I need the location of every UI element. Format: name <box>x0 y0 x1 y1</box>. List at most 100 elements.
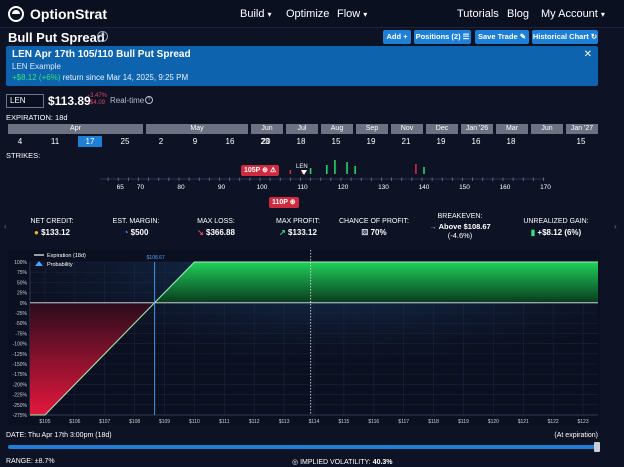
expiry-date[interactable]: 25 <box>113 137 137 146</box>
close-icon[interactable]: ✕ <box>584 49 592 60</box>
stat-value: ● $133.12 <box>12 228 92 237</box>
expiry-date[interactable]: 15 <box>324 137 348 146</box>
x-tick-label: $120 <box>488 419 499 425</box>
chevron-down-icon: ▾ <box>363 10 368 19</box>
expiry-date[interactable]: 21 <box>394 137 418 146</box>
page-title: Bull Put Spread <box>8 30 105 45</box>
stat-value-text: +$8.12 (6%) <box>537 228 582 237</box>
historical-chart-button[interactable]: Historical Chart ↻ <box>532 30 598 44</box>
x-tick-label: $107 <box>99 419 110 425</box>
nav-flow[interactable]: Flow ▾ <box>337 8 367 20</box>
volume-bar <box>326 165 328 174</box>
nav-my-account[interactable]: My Account ▾ <box>541 8 605 20</box>
expiry-date[interactable]: 18 <box>499 137 523 146</box>
expiry-date[interactable]: 11 <box>43 137 67 146</box>
help-icon[interactable]: ? <box>97 31 108 42</box>
expiry-date[interactable]: 2 <box>149 137 173 146</box>
chevron-left-icon[interactable]: ‹ <box>4 222 7 231</box>
logo-icon[interactable] <box>8 6 24 22</box>
strike-ladder[interactable]: 65 70 80 90 100 110 120 130 140 150 160 170 LEN <box>0 160 624 210</box>
pie-icon: ◔ <box>123 228 131 237</box>
strike-number[interactable]: 120 <box>338 184 349 191</box>
date-slider[interactable] <box>8 445 600 449</box>
strike-number[interactable]: 90 <box>218 184 226 191</box>
y-tick-label: -100% <box>13 342 28 348</box>
stat-value-text: Above $108.67 <box>438 222 491 231</box>
month-tab[interactable]: Jan '27 <box>566 124 598 134</box>
month-tab[interactable]: May <box>146 124 248 134</box>
x-tick-label: $115 <box>339 419 350 425</box>
x-tick-label: $117 <box>398 419 409 425</box>
stat-value: ⚄ 70% <box>334 228 414 237</box>
nav-optimize[interactable]: Optimize <box>286 8 329 20</box>
expiry-date[interactable]: 16 <box>464 137 488 146</box>
nav-build[interactable]: Build ▾ <box>240 8 271 20</box>
nav-tutorials[interactable]: Tutorials <box>457 8 499 20</box>
stat-value: ↘ $366.88 <box>176 228 256 237</box>
month-tab[interactable]: Apr <box>8 124 143 134</box>
stat-value: ▮ +$8.12 (6%) <box>512 228 600 237</box>
expiry-date[interactable]: 15 <box>569 137 593 146</box>
x-tick-label: $110 <box>189 419 200 425</box>
expiry-date[interactable]: 9 <box>183 137 207 146</box>
strike-number[interactable]: 130 <box>378 184 389 191</box>
chevron-right-icon[interactable]: › <box>614 222 617 231</box>
logo[interactable]: OptionStrat <box>30 6 107 22</box>
banner-title: LEN Apr 17th 105/110 Bull Put Spread <box>12 49 191 60</box>
strike-number[interactable]: 150 <box>459 184 470 191</box>
stat-value-text: $366.88 <box>206 228 235 237</box>
range-label[interactable]: RANGE: ±8.7% <box>6 458 55 465</box>
month-tab[interactable]: Jun <box>531 124 563 134</box>
ticker-input[interactable]: LEN <box>6 94 44 108</box>
month-tab[interactable]: Dec <box>426 124 458 134</box>
strike-number[interactable]: 100 <box>257 184 268 191</box>
month-tab[interactable]: Aug <box>321 124 353 134</box>
legend-expiration[interactable]: Expiration (18d) <box>47 253 86 259</box>
implied-volatility[interactable]: ◎ IMPLIED VOLATILITY: 40.3% <box>292 458 393 466</box>
month-tab[interactable]: Sep <box>356 124 388 134</box>
date-slider-thumb[interactable] <box>594 442 600 452</box>
short-leg-badge[interactable]: 105P ⊕ ⚠ <box>241 165 280 176</box>
positions-button[interactable]: Positions (2) ☰ <box>414 30 471 44</box>
date-label: DATE: Thu Apr 17th 3:00pm (18d) <box>6 432 112 439</box>
strike-number[interactable]: 70 <box>137 184 145 191</box>
expiry-date[interactable]: 19 <box>359 137 383 146</box>
banner-return: +$8.12 (+6%) return since Mar 14, 2025, … <box>12 73 188 82</box>
strike-number[interactable]: 160 <box>500 184 511 191</box>
strike-number[interactable]: 170 <box>540 184 551 191</box>
x-tick-label: $109 <box>159 419 170 425</box>
expiry-date[interactable]: 18 <box>289 137 313 146</box>
strike-number[interactable]: 80 <box>177 184 185 191</box>
trade-banner: LEN Apr 17th 105/110 Bull Put Spread LEN… <box>6 46 598 86</box>
info-icon[interactable]: ? <box>145 96 153 104</box>
month-tab[interactable]: Jan '26 <box>461 124 493 134</box>
month-tab[interactable]: Jul <box>286 124 318 134</box>
iv-value: 40.3% <box>372 459 393 466</box>
x-tick-label: $121 <box>518 419 529 425</box>
month-tab[interactable]: Nov <box>391 124 423 134</box>
volume-bar <box>346 162 348 174</box>
strike-number[interactable]: 110 <box>297 184 308 191</box>
strike-number[interactable]: 140 <box>419 184 430 191</box>
pl-chart[interactable]: 100% 75% 50% 25% 0% -25% -50% -75% -100% -125% -15… <box>8 250 600 425</box>
expiry-date[interactable]: 19 <box>429 137 453 146</box>
expiration-label: EXPIRATION: 18d <box>6 113 68 122</box>
month-tab[interactable]: Jun <box>251 124 283 134</box>
stat-label: NET CREDIT: <box>30 218 74 225</box>
month-tab[interactable]: Mar <box>496 124 528 134</box>
expiry-date[interactable]: 17 <box>78 136 102 147</box>
stat-value-text: 70% <box>370 228 387 237</box>
y-tick-label: -250% <box>13 403 28 409</box>
legend-probability[interactable]: Probability <box>47 262 73 268</box>
iv-icon: ◎ <box>292 459 301 466</box>
expiry-date[interactable]: 16 <box>218 137 242 146</box>
strike-number[interactable]: 65 <box>117 184 125 191</box>
long-leg-badge[interactable]: 110P ⊕ <box>269 197 299 208</box>
expiry-date[interactable]: 4 <box>8 137 32 146</box>
add-button[interactable]: Add + <box>383 30 411 44</box>
nav-blog[interactable]: Blog <box>507 8 529 20</box>
save-trade-button[interactable]: Save Trade ✎ <box>475 30 529 44</box>
x-tick-label: $112 <box>249 419 260 425</box>
expiry-date[interactable]: 20 <box>254 137 278 146</box>
volume-bar <box>289 170 292 174</box>
